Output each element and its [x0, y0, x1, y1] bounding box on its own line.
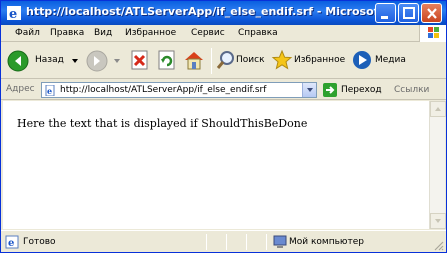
- search-icon: [216, 51, 234, 69]
- menu-edit[interactable]: Правка: [50, 28, 84, 38]
- status-divider: [246, 234, 247, 250]
- favorites-button[interactable]: Избранное: [271, 49, 347, 73]
- status-text: Готово: [23, 237, 56, 247]
- body-text: Here the text that is displayed if Shoul…: [17, 117, 308, 130]
- minimize-button[interactable]: [375, 3, 396, 23]
- address-bar: Адрес e http://localhost/ATLServerApp/if…: [1, 80, 446, 100]
- scroll-down-button[interactable]: [430, 213, 446, 229]
- address-label: Адрес: [6, 84, 35, 94]
- menu-view[interactable]: Вид: [94, 28, 112, 38]
- forward-arrow-icon: [86, 50, 108, 72]
- toolbar-separator: [211, 48, 212, 74]
- menu-favorites[interactable]: Избранное: [125, 28, 176, 38]
- window-title: http://localhost/ATLServerApp/if_else_en…: [26, 5, 376, 18]
- my-computer-icon: [273, 235, 287, 248]
- arrow-up-icon: [435, 107, 441, 111]
- security-zone-text: Мой компьютер: [289, 237, 364, 247]
- go-arrow-icon: [326, 86, 335, 94]
- media-icon: [353, 51, 371, 69]
- menu-help[interactable]: Справка: [238, 28, 278, 38]
- go-button[interactable]: [323, 83, 337, 97]
- back-label: Назад: [35, 55, 64, 65]
- media-button[interactable]: Медиа: [351, 49, 411, 73]
- minimize-icon: [381, 16, 388, 19]
- menu-bar: Файл Правка Вид Избранное Сервис Справка: [1, 25, 446, 42]
- status-divider: [206, 234, 207, 250]
- standard-toolbar: Назад Поиск Избранное Медиа: [1, 43, 446, 79]
- refresh-icon: [158, 50, 175, 70]
- media-label: Медиа: [375, 55, 406, 65]
- links-label[interactable]: Ссылки: [394, 85, 429, 95]
- svg-text:e: e: [9, 7, 17, 21]
- favorites-label: Избранное: [294, 55, 346, 65]
- status-divider: [226, 234, 227, 250]
- close-button[interactable]: [421, 3, 442, 23]
- address-url: http://localhost/ATLServerApp/if_else_en…: [60, 85, 267, 95]
- maximize-icon: [403, 7, 415, 19]
- page-done-icon: e: [5, 235, 19, 249]
- back-button[interactable]: Назад: [6, 49, 78, 73]
- forward-button[interactable]: [85, 49, 121, 73]
- page-icon: e: [45, 85, 55, 96]
- status-bar: e Готово Мой компьютер: [1, 230, 446, 252]
- status-divider: [266, 234, 267, 250]
- browser-window: e http://localhost/ATLServerApp/if_else_…: [0, 0, 447, 253]
- svg-text:e: e: [47, 86, 52, 96]
- resize-grip-icon[interactable]: [432, 239, 444, 251]
- home-button[interactable]: [182, 49, 206, 73]
- vertical-scrollbar[interactable]: [429, 101, 446, 229]
- page-content: Here the text that is displayed if Shoul…: [3, 101, 429, 229]
- refresh-button[interactable]: [156, 49, 178, 73]
- home-icon: [185, 52, 203, 70]
- star-icon: [271, 49, 293, 70]
- address-dropdown-button[interactable]: [302, 83, 316, 97]
- stop-icon: [131, 50, 148, 70]
- svg-text:e: e: [8, 238, 14, 249]
- title-bar[interactable]: e http://localhost/ATLServerApp/if_else_…: [1, 1, 446, 25]
- menu-tools[interactable]: Сервис: [191, 28, 225, 38]
- search-button[interactable]: Поиск: [215, 49, 267, 73]
- maximize-button[interactable]: [398, 3, 419, 23]
- menu-file[interactable]: Файл: [15, 28, 40, 38]
- windows-logo-icon: [419, 25, 446, 42]
- scroll-up-button[interactable]: [430, 101, 446, 117]
- chevron-down-icon: [307, 88, 313, 92]
- arrow-down-icon: [435, 219, 441, 223]
- go-label[interactable]: Переход: [341, 85, 382, 95]
- address-input[interactable]: e http://localhost/ATLServerApp/if_else_…: [41, 82, 317, 98]
- stop-button[interactable]: [129, 49, 151, 73]
- chevron-down-icon[interactable]: [114, 59, 120, 63]
- search-label: Поиск: [236, 55, 265, 65]
- chevron-down-icon[interactable]: [72, 59, 78, 63]
- ie-logo-icon: e: [7, 6, 21, 21]
- back-arrow-icon: [7, 50, 29, 72]
- close-icon: [427, 8, 437, 19]
